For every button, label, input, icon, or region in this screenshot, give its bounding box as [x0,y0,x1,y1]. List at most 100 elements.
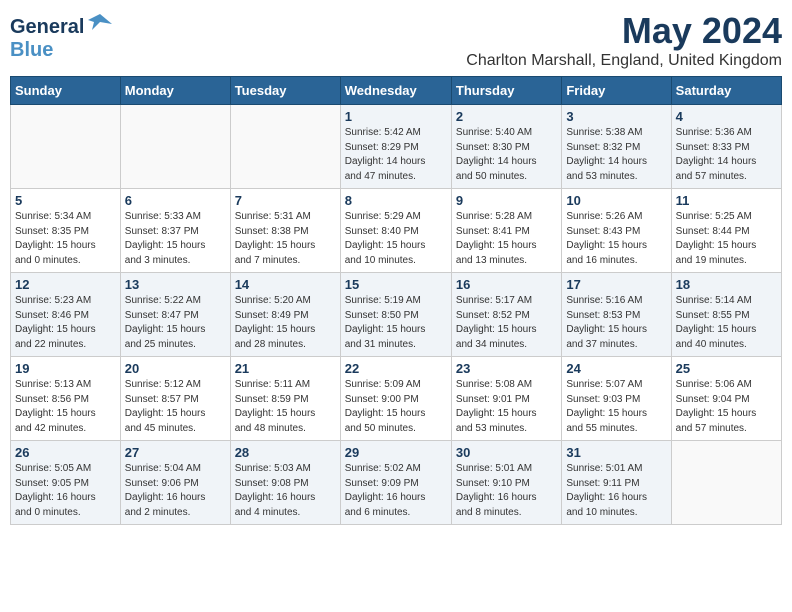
calendar-day-5: 5 Sunrise: 5:34 AM Sunset: 8:35 PM Daylig… [11,189,121,273]
day-info: Sunrise: 5:11 AM Sunset: 8:59 PM Dayligh… [235,378,336,436]
day-info: Sunrise: 5:01 AM Sunset: 9:11 PM Dayligh… [566,462,666,520]
day-number: 23 [456,361,557,376]
day-number: 12 [15,277,116,292]
calendar-week-row: 5 Sunrise: 5:34 AM Sunset: 8:35 PM Daylig… [11,189,782,273]
day-info: Sunrise: 5:34 AM Sunset: 8:35 PM Dayligh… [15,210,116,268]
calendar-day-29: 29 Sunrise: 5:02 AM Sunset: 9:09 PM Dayli… [340,441,451,525]
weekday-header-monday: Monday [120,77,230,105]
calendar-week-row: 19 Sunrise: 5:13 AM Sunset: 8:56 PM Dayli… [11,357,782,441]
day-info: Sunrise: 5:33 AM Sunset: 8:37 PM Dayligh… [125,210,226,268]
weekday-header-row: SundayMondayTuesdayWednesdayThursdayFrid… [11,77,782,105]
day-number: 6 [125,193,226,208]
day-number: 19 [15,361,116,376]
calendar-day-25: 25Sunrise: 5:06 AM Sunset: 9:04 PM Dayli… [671,357,781,441]
day-number: 21 [235,361,336,376]
day-info: Sunrise: 5:14 AM Sunset: 8:55 PM Dayligh… [676,294,777,352]
day-number: 18 [676,277,777,292]
day-number: 31 [566,445,666,460]
month-title: May 2024 [466,10,782,52]
day-number: 22 [345,361,447,376]
calendar-empty-cell [120,105,230,189]
calendar-week-row: 12Sunrise: 5:23 AM Sunset: 8:46 PM Dayli… [11,273,782,357]
calendar-day-12: 12Sunrise: 5:23 AM Sunset: 8:46 PM Dayli… [11,273,121,357]
calendar-day-4: 4Sunrise: 5:36 AM Sunset: 8:33 PM Daylig… [671,105,781,189]
day-info: Sunrise: 5:31 AM Sunset: 8:38 PM Dayligh… [235,210,336,268]
calendar-empty-cell [230,105,340,189]
day-number: 30 [456,445,557,460]
calendar-day-17: 17Sunrise: 5:16 AM Sunset: 8:53 PM Dayli… [562,273,671,357]
day-number: 2 [456,109,557,124]
day-info: Sunrise: 5:07 AM Sunset: 9:03 PM Dayligh… [566,378,666,436]
day-number: 8 [345,193,447,208]
day-info: Sunrise: 5:29 AM Sunset: 8:40 PM Dayligh… [345,210,447,268]
day-info: Sunrise: 5:38 AM Sunset: 8:32 PM Dayligh… [566,126,666,184]
day-info: Sunrise: 5:42 AM Sunset: 8:29 PM Dayligh… [345,126,447,184]
calendar-day-26: 26 Sunrise: 5:05 AM Sunset: 9:05 PM Dayli… [11,441,121,525]
calendar-empty-cell [671,441,781,525]
day-number: 29 [345,445,447,460]
day-info: Sunrise: 5:22 AM Sunset: 8:47 PM Dayligh… [125,294,226,352]
logo-bird-icon [86,10,114,38]
day-info: Sunrise: 5:02 AM Sunset: 9:09 PM Dayligh… [345,462,447,520]
calendar-day-28: 28Sunrise: 5:03 AM Sunset: 9:08 PM Dayli… [230,441,340,525]
calendar-day-1: 1 Sunrise: 5:42 AM Sunset: 8:29 PM Daylig… [340,105,451,189]
calendar-day-16: 16 Sunrise: 5:17 AM Sunset: 8:52 PM Dayli… [451,273,561,357]
day-number: 27 [125,445,226,460]
calendar-day-7: 7 Sunrise: 5:31 AM Sunset: 8:38 PM Daylig… [230,189,340,273]
weekday-header-tuesday: Tuesday [230,77,340,105]
day-info: Sunrise: 5:08 AM Sunset: 9:01 PM Dayligh… [456,378,557,436]
day-number: 26 [15,445,116,460]
calendar-day-18: 18 Sunrise: 5:14 AM Sunset: 8:55 PM Dayli… [671,273,781,357]
calendar-day-21: 21 Sunrise: 5:11 AM Sunset: 8:59 PM Dayli… [230,357,340,441]
calendar-day-8: 8 Sunrise: 5:29 AM Sunset: 8:40 PM Daylig… [340,189,451,273]
weekday-header-saturday: Saturday [671,77,781,105]
day-info: Sunrise: 5:01 AM Sunset: 9:10 PM Dayligh… [456,462,557,520]
day-info: Sunrise: 5:28 AM Sunset: 8:41 PM Dayligh… [456,210,557,268]
day-number: 20 [125,361,226,376]
calendar-day-3: 3 Sunrise: 5:38 AM Sunset: 8:32 PM Daylig… [562,105,671,189]
day-number: 16 [456,277,557,292]
day-info: Sunrise: 5:03 AM Sunset: 9:08 PM Dayligh… [235,462,336,520]
calendar-table: SundayMondayTuesdayWednesdayThursdayFrid… [10,76,782,525]
calendar-day-14: 14 Sunrise: 5:20 AM Sunset: 8:49 PM Dayli… [230,273,340,357]
day-number: 14 [235,277,336,292]
logo-blue: Blue [10,39,53,62]
day-number: 24 [566,361,666,376]
calendar-day-2: 2 Sunrise: 5:40 AM Sunset: 8:30 PM Daylig… [451,105,561,189]
day-info: Sunrise: 5:13 AM Sunset: 8:56 PM Dayligh… [15,378,116,436]
day-number: 10 [566,193,666,208]
calendar-day-31: 31 Sunrise: 5:01 AM Sunset: 9:11 PM Dayli… [562,441,671,525]
calendar-day-24: 24 Sunrise: 5:07 AM Sunset: 9:03 PM Dayli… [562,357,671,441]
logo-general: General [10,16,84,38]
calendar-day-9: 9Sunrise: 5:28 AM Sunset: 8:41 PM Daylig… [451,189,561,273]
day-info: Sunrise: 5:25 AM Sunset: 8:44 PM Dayligh… [676,210,777,268]
day-number: 7 [235,193,336,208]
day-info: Sunrise: 5:20 AM Sunset: 8:49 PM Dayligh… [235,294,336,352]
day-info: Sunrise: 5:04 AM Sunset: 9:06 PM Dayligh… [125,462,226,520]
weekday-header-sunday: Sunday [11,77,121,105]
page-header: General Blue May 2024 Charlton Marshall,… [10,10,782,70]
day-number: 5 [15,193,116,208]
day-info: Sunrise: 5:12 AM Sunset: 8:57 PM Dayligh… [125,378,226,436]
day-number: 3 [566,109,666,124]
day-info: Sunrise: 5:16 AM Sunset: 8:53 PM Dayligh… [566,294,666,352]
calendar-day-19: 19 Sunrise: 5:13 AM Sunset: 8:56 PM Dayli… [11,357,121,441]
day-number: 15 [345,277,447,292]
day-info: Sunrise: 5:19 AM Sunset: 8:50 PM Dayligh… [345,294,447,352]
calendar-day-20: 20 Sunrise: 5:12 AM Sunset: 8:57 PM Dayli… [120,357,230,441]
weekday-header-thursday: Thursday [451,77,561,105]
day-number: 13 [125,277,226,292]
calendar-week-row: 26 Sunrise: 5:05 AM Sunset: 9:05 PM Dayli… [11,441,782,525]
calendar-day-11: 11Sunrise: 5:25 AM Sunset: 8:44 PM Dayli… [671,189,781,273]
day-info: Sunrise: 5:05 AM Sunset: 9:05 PM Dayligh… [15,462,116,520]
day-info: Sunrise: 5:40 AM Sunset: 8:30 PM Dayligh… [456,126,557,184]
calendar-week-row: 1 Sunrise: 5:42 AM Sunset: 8:29 PM Daylig… [11,105,782,189]
weekday-header-wednesday: Wednesday [340,77,451,105]
day-info: Sunrise: 5:17 AM Sunset: 8:52 PM Dayligh… [456,294,557,352]
calendar-day-13: 13 Sunrise: 5:22 AM Sunset: 8:47 PM Dayli… [120,273,230,357]
calendar-day-30: 30 Sunrise: 5:01 AM Sunset: 9:10 PM Dayli… [451,441,561,525]
calendar-day-6: 6 Sunrise: 5:33 AM Sunset: 8:37 PM Daylig… [120,189,230,273]
calendar-day-10: 10Sunrise: 5:26 AM Sunset: 8:43 PM Dayli… [562,189,671,273]
day-number: 1 [345,109,447,124]
day-info: Sunrise: 5:36 AM Sunset: 8:33 PM Dayligh… [676,126,777,184]
